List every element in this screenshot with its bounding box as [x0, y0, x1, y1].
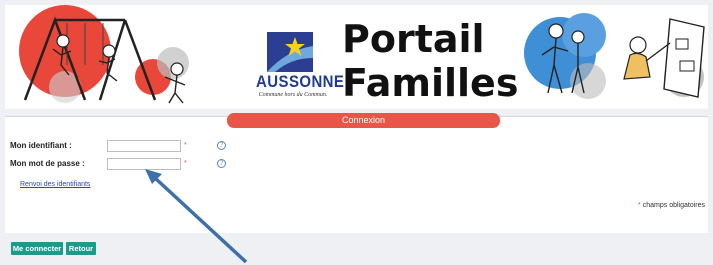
logo-caption: AUSSONNE Commune hors du Commun. — [251, 72, 345, 99]
required-marker: * — [184, 142, 187, 149]
help-icon[interactable]: ? — [217, 141, 226, 150]
help-icon[interactable]: ? — [217, 159, 226, 168]
retour-button[interactable]: Retour — [66, 242, 96, 255]
required-note-text: champs obligatoires — [642, 202, 705, 209]
family-and-child-at-board-illustration — [524, 13, 705, 99]
page-title-line1: Portail — [342, 17, 485, 61]
aussonne-logo-star-icon — [267, 32, 313, 72]
logo-wordmark: AUSSONNE — [256, 72, 345, 91]
page-title-line2: Familles — [342, 61, 519, 105]
required-fields-note: * champs obligatoires — [638, 202, 705, 209]
required-marker: * — [638, 202, 641, 209]
me-connecter-button[interactable]: Me connecter — [11, 242, 63, 255]
children-on-swing-illustration — [19, 5, 189, 104]
password-input[interactable] — [107, 158, 181, 170]
renvoi-identifiants-link[interactable]: Renvoi des identifiants — [20, 181, 90, 188]
portal-header: AUSSONNE Commune hors du Commun. Portail… — [5, 5, 708, 109]
identifiant-input[interactable] — [107, 140, 181, 152]
identifiant-label: Mon identifiant : — [10, 141, 72, 150]
login-panel — [5, 116, 708, 233]
password-label: Mon mot de passe : — [10, 159, 85, 168]
logo-tagline: Commune hors du Commun. — [258, 92, 328, 98]
required-marker: * — [184, 160, 187, 167]
tab-connexion[interactable]: Connexion — [227, 113, 500, 128]
